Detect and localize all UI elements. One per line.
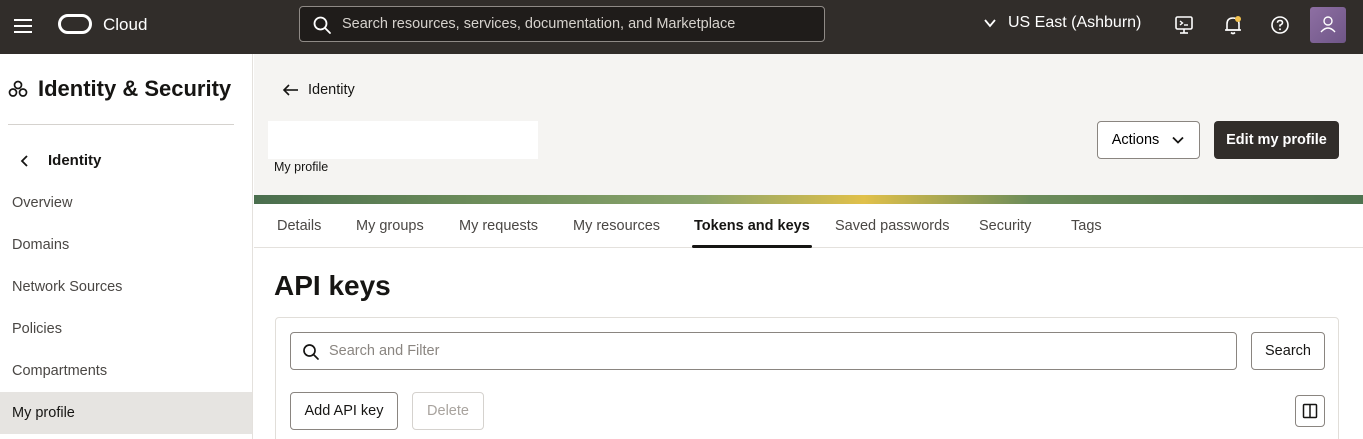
user-avatar[interactable] bbox=[1310, 7, 1346, 43]
sidebar-back-identity[interactable]: Identity bbox=[20, 152, 101, 169]
back-to-identity-link[interactable]: Identity bbox=[282, 82, 355, 98]
cloud-shell-icon[interactable] bbox=[1173, 14, 1195, 36]
search-icon bbox=[313, 16, 331, 34]
column-settings-button[interactable] bbox=[1295, 395, 1325, 427]
tab-tokens-and-keys[interactable]: Tokens and keys bbox=[692, 204, 812, 248]
menu-icon[interactable] bbox=[12, 15, 34, 37]
chevron-down-icon bbox=[984, 19, 996, 28]
section-title: API keys bbox=[274, 270, 391, 301]
profile-name bbox=[268, 121, 538, 159]
tab-security[interactable]: Security bbox=[979, 204, 1031, 248]
sidebar-item-overview[interactable]: Overview bbox=[0, 182, 252, 224]
sidebar-item-my-profile[interactable]: My profile bbox=[0, 392, 252, 434]
actions-label: Actions bbox=[1111, 132, 1160, 148]
global-search-input[interactable] bbox=[342, 7, 812, 41]
back-link-label: Identity bbox=[308, 82, 355, 98]
search-icon bbox=[303, 344, 319, 360]
tab-details[interactable]: Details bbox=[277, 204, 321, 248]
filter-box[interactable] bbox=[290, 332, 1237, 370]
arrow-left-icon bbox=[282, 84, 298, 96]
region-selector[interactable]: US East (Ashburn) bbox=[982, 14, 1141, 32]
filter-input[interactable] bbox=[329, 333, 1219, 369]
main-content: Identity My profile Actions Edit my prof… bbox=[254, 54, 1363, 439]
delete-button[interactable]: Delete bbox=[412, 392, 484, 430]
sidebar-back-label: Identity bbox=[48, 152, 102, 169]
identity-security-icon bbox=[8, 80, 28, 97]
tab-tags[interactable]: Tags bbox=[1071, 204, 1102, 248]
oracle-logo[interactable] bbox=[58, 14, 92, 34]
api-keys-panel: Search Add API key Delete bbox=[275, 317, 1339, 439]
sidebar-divider bbox=[8, 124, 234, 125]
brand-label[interactable]: Cloud bbox=[103, 15, 147, 35]
region-label: US East (Ashburn) bbox=[1008, 14, 1142, 31]
sidebar: Identity & Security Identity Overview Do… bbox=[0, 54, 253, 439]
columns-icon bbox=[1302, 403, 1318, 419]
sidebar-title: Identity & Security bbox=[8, 76, 231, 102]
tab-my-requests[interactable]: My requests bbox=[459, 204, 538, 248]
decorative-banner bbox=[254, 195, 1363, 204]
sidebar-item-compartments[interactable]: Compartments bbox=[0, 350, 252, 392]
user-icon bbox=[1320, 16, 1336, 33]
sidebar-item-domains[interactable]: Domains bbox=[0, 224, 252, 266]
edit-profile-button[interactable]: Edit my profile bbox=[1214, 121, 1339, 159]
chevron-down-icon bbox=[1172, 136, 1184, 144]
sidebar-item-policies[interactable]: Policies bbox=[0, 308, 252, 350]
global-search[interactable] bbox=[299, 6, 825, 42]
tab-my-groups[interactable]: My groups bbox=[356, 204, 424, 248]
tab-bar: Details My groups My requests My resourc… bbox=[254, 204, 1363, 248]
add-api-key-button[interactable]: Add API key bbox=[290, 392, 398, 430]
sidebar-title-label: Identity & Security bbox=[38, 76, 232, 101]
top-bar: Cloud US East (Ashburn) bbox=[0, 0, 1363, 54]
page-subtitle: My profile bbox=[274, 160, 329, 174]
help-icon[interactable] bbox=[1269, 14, 1291, 36]
chevron-left-icon bbox=[20, 154, 28, 167]
tab-saved-passwords[interactable]: Saved passwords bbox=[835, 204, 949, 248]
search-button[interactable]: Search bbox=[1251, 332, 1325, 370]
bell-icon[interactable] bbox=[1222, 14, 1244, 36]
tab-my-resources[interactable]: My resources bbox=[573, 204, 660, 248]
actions-button[interactable]: Actions bbox=[1097, 121, 1200, 159]
page-header: Identity My profile Actions Edit my prof… bbox=[254, 54, 1363, 204]
sidebar-item-network-sources[interactable]: Network Sources bbox=[0, 266, 252, 308]
